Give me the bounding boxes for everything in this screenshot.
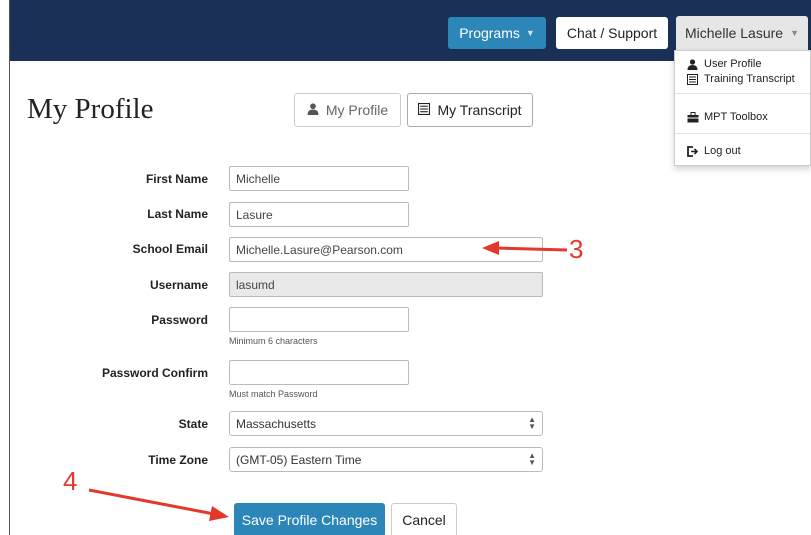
password-confirm-label: Password Confirm [101,366,208,380]
menu-divider [675,133,810,134]
logout-icon [687,145,699,157]
annotation-number-4: 4 [63,466,78,496]
select-arrows-icon: ▲ ▼ [528,451,536,467]
menu-item-label: Log out [704,145,741,157]
tab-label: My Transcript [437,102,522,118]
time-zone-label: Time Zone [148,453,208,467]
state-value: Massachusetts [236,417,317,431]
menu-item-training-transcript[interactable]: Training Transcript [687,72,795,86]
select-arrows-icon: ▲ ▼ [528,415,536,431]
tab-my-profile[interactable]: My Profile [294,93,401,127]
chevron-down-icon: ▼ [790,28,799,38]
username-label: Username [149,278,208,292]
last-name-field[interactable]: Lasure [229,202,409,227]
menu-item-log-out[interactable]: Log out [687,144,741,158]
user-dropdown-menu: User Profile Training Transcript MPT Too… [674,50,811,166]
time-zone-value: (GMT-05) Eastern Time [236,453,362,467]
password-confirm-help-text: Must match Password [229,389,318,399]
menu-item-label: Training Transcript [704,73,795,85]
menu-item-label: User Profile [704,58,762,70]
chat-support-label: Chat / Support [566,25,658,41]
user-name-label: Michelle Lasure [685,25,784,41]
list-icon [418,102,431,118]
menu-item-user-profile[interactable]: User Profile [687,57,761,71]
password-confirm-field[interactable] [229,360,409,385]
programs-label: Programs [459,25,520,41]
cancel-label: Cancel [402,512,446,528]
state-select[interactable]: Massachusetts ▲ ▼ [229,411,543,436]
password-label: Password [151,313,208,327]
cancel-button[interactable]: Cancel [391,503,457,535]
tab-my-transcript[interactable]: My Transcript [407,93,533,127]
first-name-field[interactable]: Michelle [229,166,409,191]
toolbox-icon [687,111,699,123]
arrow-to-save [88,488,229,521]
school-email-label: School Email [132,242,208,256]
list-icon [687,73,698,85]
password-help-text: Minimum 6 characters [229,336,318,346]
time-zone-select[interactable]: (GMT-05) Eastern Time ▲ ▼ [229,447,543,472]
user-icon [687,58,698,70]
menu-item-label: MPT Toolbox [704,111,768,123]
username-field: lasumd [229,272,543,297]
page-title: My Profile [27,93,154,125]
save-profile-label: Save Profile Changes [241,512,378,528]
annotation-number-3: 3 [569,234,584,264]
save-profile-button[interactable]: Save Profile Changes [234,503,385,535]
user-menu-button[interactable]: Michelle Lasure ▼ [676,16,808,50]
first-name-label: First Name [145,172,208,186]
chat-support-button[interactable]: Chat / Support [556,17,668,49]
chevron-down-icon: ▼ [525,28,535,38]
menu-divider [675,93,810,94]
tab-label: My Profile [325,102,389,118]
state-label: State [178,417,208,431]
window-left-edge [9,0,10,535]
last-name-label: Last Name [147,207,208,221]
school-email-field[interactable]: Michelle.Lasure@Pearson.com [229,237,543,262]
user-icon [307,102,319,118]
programs-button[interactable]: Programs ▼ [448,17,546,49]
menu-item-mpt-toolbox[interactable]: MPT Toolbox [687,110,768,124]
password-field[interactable] [229,307,409,332]
